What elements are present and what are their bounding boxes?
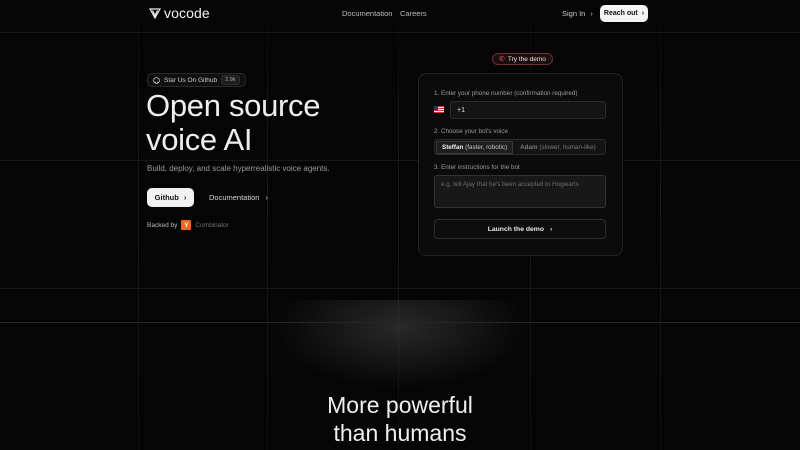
voice-desc: (faster, robotic) (465, 143, 508, 151)
github-button[interactable]: Github › (147, 188, 194, 207)
sign-in-link[interactable]: Sign In › (562, 9, 593, 18)
backed-by-label: Backed by (147, 221, 178, 229)
try-demo-label: Try the demo (507, 55, 546, 63)
section-heading-line2: than humans (333, 420, 467, 446)
voice-desc: (slower, human-like) (539, 143, 596, 151)
phone-row (434, 101, 606, 119)
documentation-button[interactable]: Documentation › (209, 193, 268, 202)
nav-link-documentation[interactable]: Documentation (342, 9, 392, 18)
hero-title: Open source voice AI (146, 88, 321, 157)
reach-out-label: Reach out (603, 10, 638, 17)
chevron-right-icon: › (183, 193, 187, 202)
star-count: 2.9k (221, 75, 240, 85)
github-icon (153, 76, 160, 84)
section-glow (270, 300, 530, 390)
hero-subtitle: Build, deploy, and scale hyperrealistic … (147, 164, 330, 173)
ycombinator-logo-icon: Y (181, 220, 192, 230)
launch-demo-label: Launch the demo (487, 225, 544, 233)
reach-out-button[interactable]: Reach out › (600, 5, 648, 22)
star-label: Star Us On Github (164, 76, 218, 84)
voice-label: 2. Choose your bot's voice (434, 128, 509, 135)
voice-name: Steffan (442, 143, 464, 151)
ycombinator-name: Combinator (195, 221, 229, 229)
hero-title-line1: Open source (146, 88, 321, 123)
phone-input[interactable] (450, 101, 606, 119)
section-divider (0, 322, 800, 323)
chevron-right-icon: › (590, 9, 593, 18)
chevron-right-icon: › (550, 225, 553, 233)
instructions-label: 3. Enter instructions for the bot (434, 164, 520, 171)
voice-selector: Steffan (faster, robotic) Adam (slower, … (434, 139, 606, 155)
backed-by: Backed by Y Combinator (147, 220, 229, 230)
brand-logo[interactable]: vocode (149, 5, 210, 21)
voice-name: Adam (520, 143, 538, 151)
github-star-badge[interactable]: Star Us On Github 2.9k (147, 73, 246, 87)
sign-in-label: Sign In (562, 9, 586, 18)
launch-demo-button[interactable]: Launch the demo › (434, 219, 606, 239)
phone-label: 1. Enter your phone number (confirmation… (434, 90, 578, 97)
phone-icon: ✆ (499, 56, 505, 63)
voice-option-adam[interactable]: Adam (slower, human-like) (515, 141, 601, 154)
chevron-right-icon: › (265, 193, 268, 202)
vocode-logo-icon (149, 8, 161, 19)
github-button-label: Github (154, 193, 179, 202)
section-heading-line1: More powerful (327, 392, 473, 418)
instructions-input[interactable] (434, 175, 606, 208)
hero-title-line2: voice AI (146, 122, 253, 157)
brand-name: vocode (164, 5, 210, 21)
documentation-button-label: Documentation (209, 193, 260, 202)
try-demo-badge: ✆ Try the demo (492, 53, 553, 65)
chevron-right-icon: › (641, 10, 645, 17)
us-flag-icon[interactable] (434, 106, 444, 113)
top-nav: vocode Documentation Careers Sign In › R… (0, 0, 800, 28)
nav-link-careers[interactable]: Careers (400, 9, 427, 18)
voice-option-steffan[interactable]: Steffan (faster, robotic) (436, 140, 514, 154)
